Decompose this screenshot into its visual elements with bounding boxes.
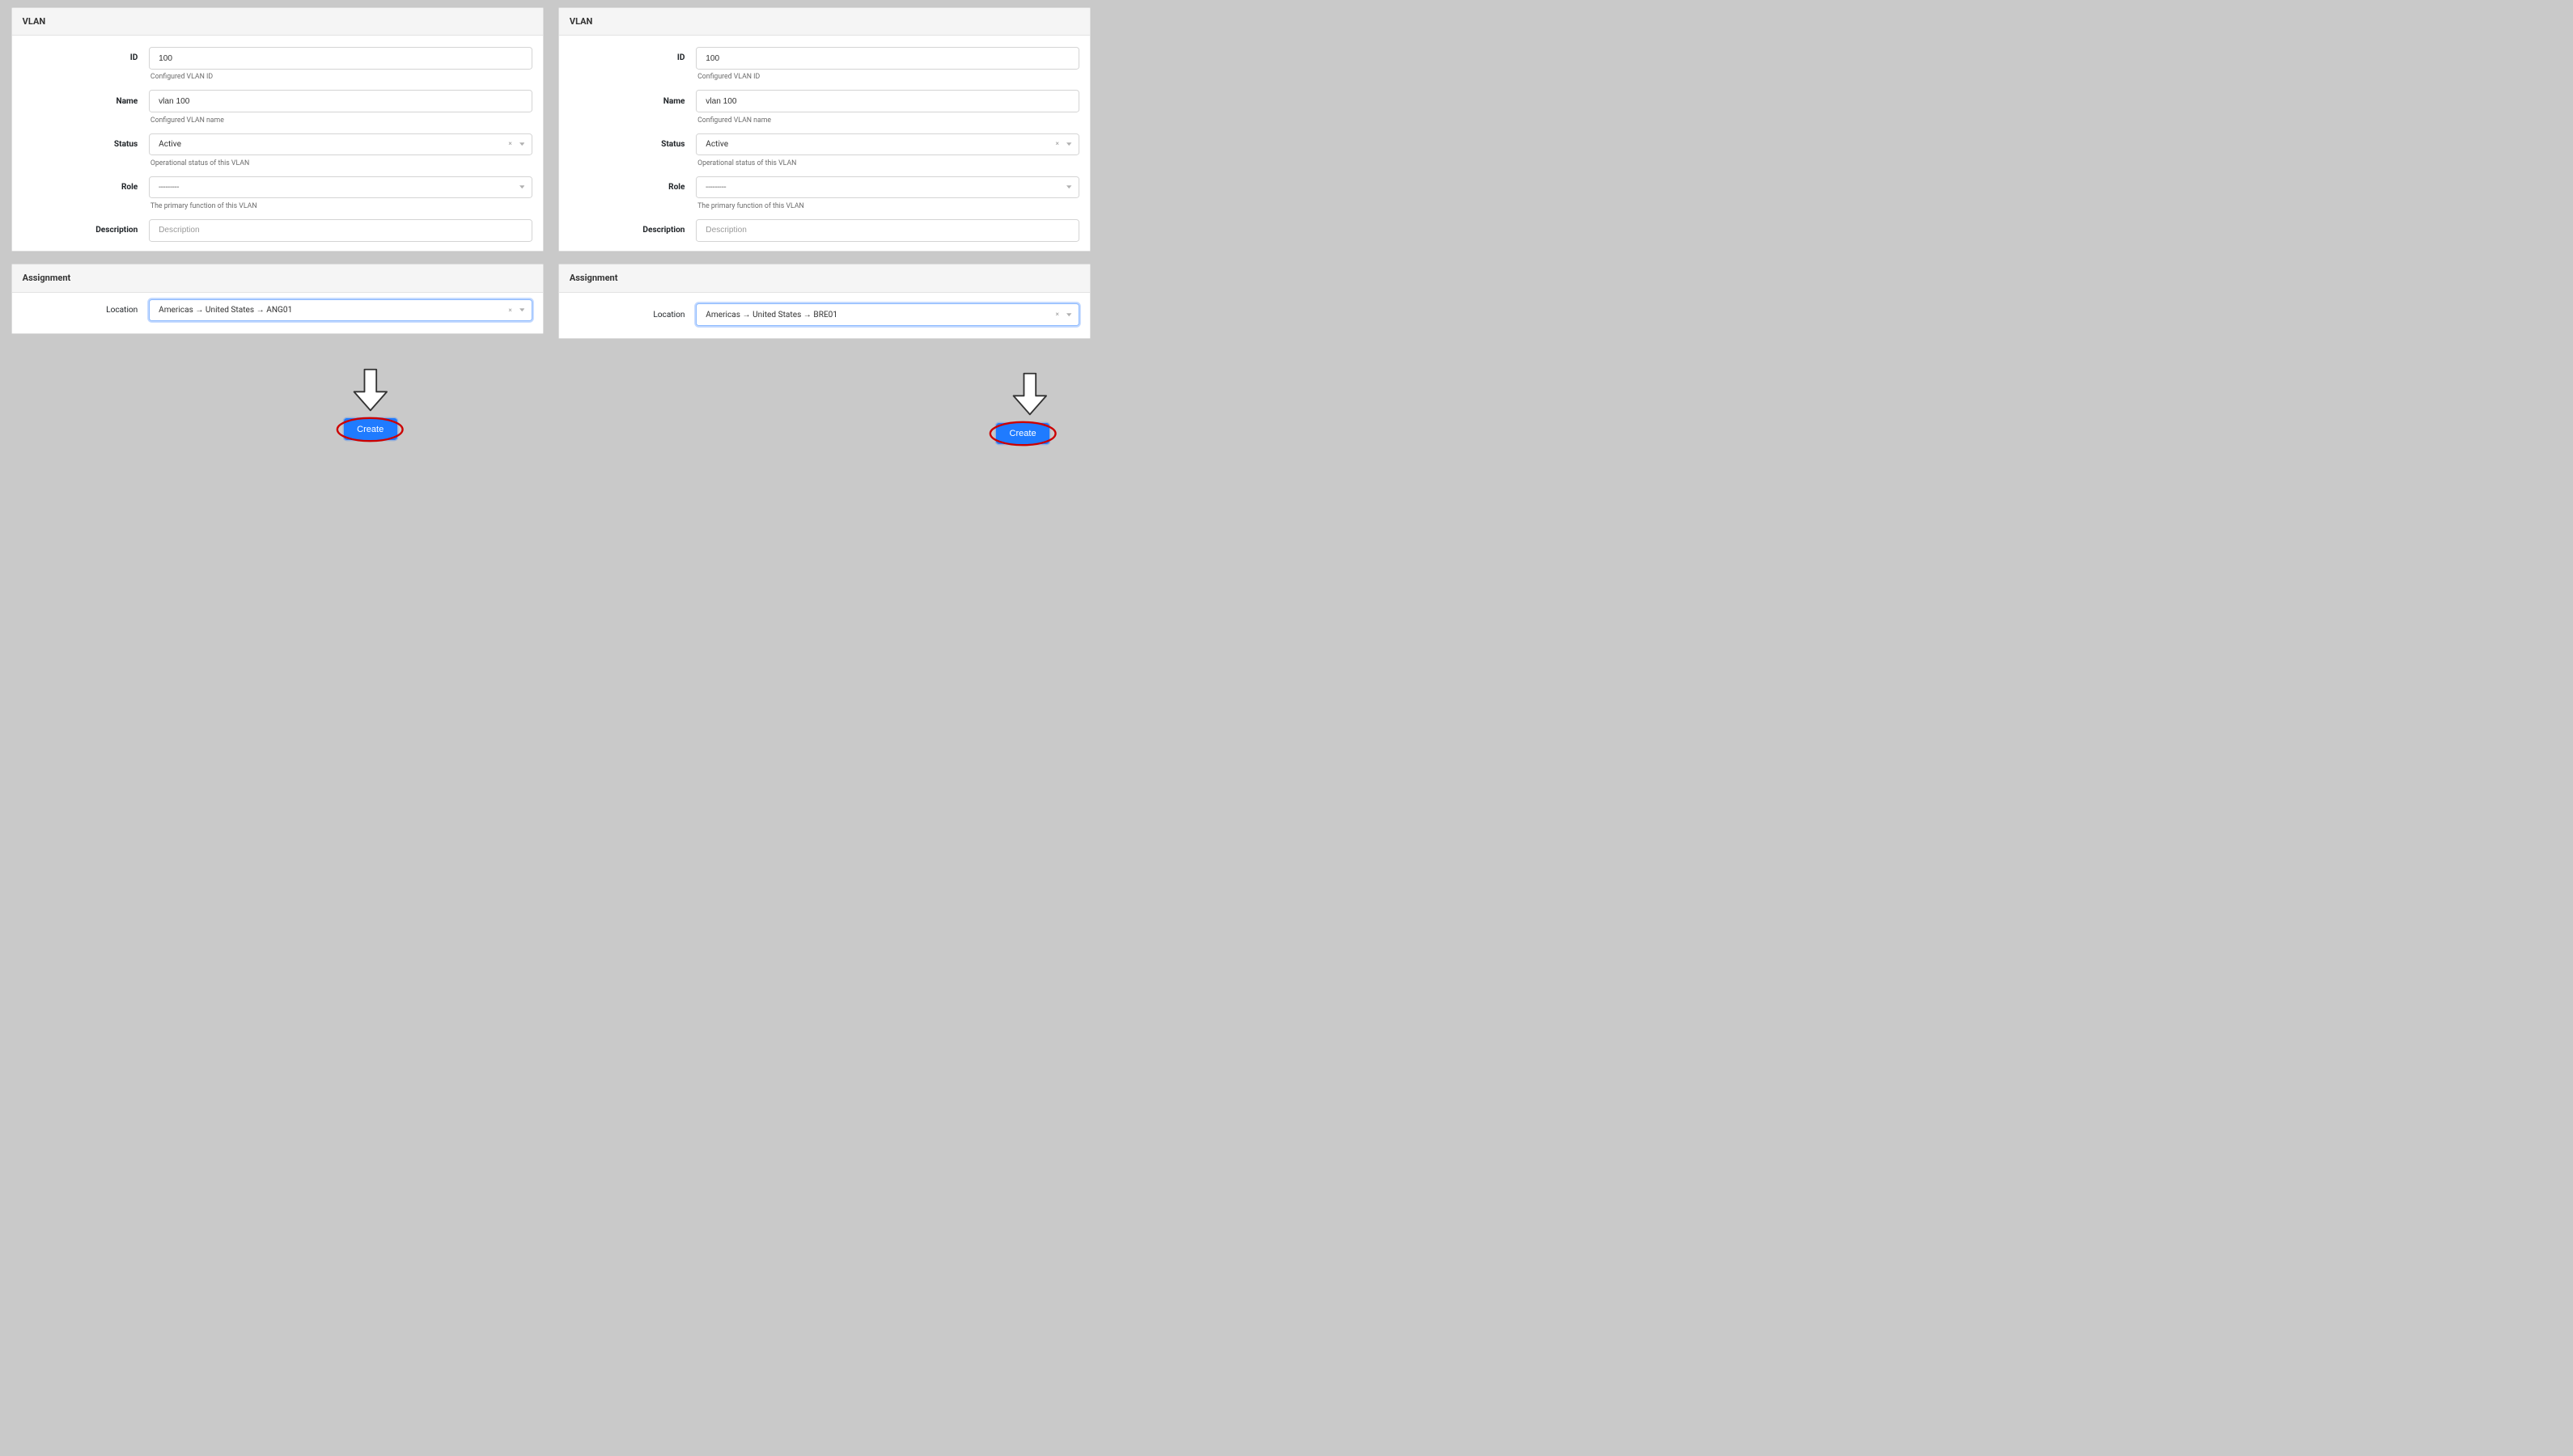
assignment-panel-body: Location Americas → United States → BRE0… <box>559 293 1090 338</box>
vlan-panel-body: ID Configured VLAN ID Name Configured VL… <box>12 36 543 250</box>
status-label: Status <box>570 133 696 149</box>
id-row: ID Configured VLAN ID <box>23 47 532 81</box>
assignment-panel: Assignment Location Americas → United St… <box>558 264 1091 338</box>
role-select-value: --------- <box>706 183 1052 192</box>
location-label: Location <box>570 303 696 319</box>
description-row: Description <box>23 219 532 242</box>
clear-icon[interactable]: × <box>506 307 514 315</box>
id-input[interactable] <box>149 47 532 70</box>
chevron-down-icon[interactable] <box>1065 184 1073 192</box>
role-row: Role --------- The primary function of t… <box>570 176 1079 210</box>
create-button[interactable]: Create <box>996 423 1049 445</box>
status-select[interactable]: Active × <box>149 133 532 156</box>
name-input[interactable] <box>149 90 532 112</box>
clear-icon[interactable]: × <box>1053 311 1062 319</box>
name-row: Name Configured VLAN name <box>570 90 1079 124</box>
location-select[interactable]: Americas → United States → ANG01 × <box>149 299 532 322</box>
role-label: Role <box>23 176 149 192</box>
vlan-panel-title: VLAN <box>12 8 543 36</box>
name-row: Name Configured VLAN name <box>23 90 532 124</box>
location-select-value: Americas → United States → ANG01 <box>159 306 505 315</box>
description-label: Description <box>570 219 696 235</box>
id-help: Configured VLAN ID <box>149 73 532 81</box>
chevron-down-icon[interactable] <box>518 184 526 192</box>
vlan-panel: VLAN ID Configured VLAN ID Name Configur… <box>11 7 544 252</box>
role-help: The primary function of this VLAN <box>149 202 532 210</box>
status-row: Status Active × Operational status of <box>570 133 1079 167</box>
description-label: Description <box>23 219 149 235</box>
chevron-down-icon[interactable] <box>1065 140 1073 148</box>
location-row: Location Americas → United States → ANG0… <box>23 299 532 322</box>
id-row: ID Configured VLAN ID <box>570 47 1079 81</box>
assignment-panel: Assignment Location Americas → United St… <box>11 264 544 334</box>
chevron-down-icon[interactable] <box>1065 311 1073 319</box>
assignment-panel-body: Location Americas → United States → ANG0… <box>12 293 543 334</box>
name-help: Configured VLAN name <box>696 116 1079 125</box>
name-label: Name <box>570 90 696 105</box>
role-select-value: --------- <box>159 183 505 192</box>
status-help: Operational status of this VLAN <box>149 159 532 167</box>
location-row: Location Americas → United States → BRE0… <box>570 303 1079 326</box>
location-select-value: Americas → United States → BRE01 <box>706 311 1052 320</box>
chevron-down-icon[interactable] <box>518 140 526 148</box>
vlan-panel-body: ID Configured VLAN ID Name Configured VL… <box>559 36 1090 250</box>
assignment-panel-title: Assignment <box>12 265 543 292</box>
vlan-panel-title: VLAN <box>559 8 1090 36</box>
down-arrow-icon <box>1010 371 1050 417</box>
name-help: Configured VLAN name <box>149 116 532 125</box>
name-label: Name <box>23 90 149 105</box>
id-help: Configured VLAN ID <box>696 73 1079 81</box>
location-label: Location <box>23 299 149 315</box>
clear-icon[interactable]: × <box>506 140 514 148</box>
status-row: Status Active × Operational status of <box>23 133 532 167</box>
role-help: The primary function of this VLAN <box>696 202 1079 210</box>
status-label: Status <box>23 133 149 149</box>
name-input[interactable] <box>696 90 1079 112</box>
description-input[interactable] <box>149 219 532 242</box>
location-select[interactable]: Americas → United States → BRE01 × <box>696 303 1079 326</box>
description-input[interactable] <box>696 219 1079 242</box>
status-select-value: Active <box>706 140 1052 149</box>
vlan-panel: VLAN ID Configured VLAN ID Name Configur… <box>558 7 1091 252</box>
role-row: Role --------- The primary function of t… <box>23 176 532 210</box>
role-select[interactable]: --------- <box>149 176 532 199</box>
status-select-value: Active <box>159 140 505 149</box>
clear-icon[interactable]: × <box>1053 140 1062 148</box>
status-select[interactable]: Active × <box>696 133 1079 156</box>
assignment-panel-title: Assignment <box>559 265 1090 292</box>
id-input[interactable] <box>696 47 1079 70</box>
down-arrow-icon <box>350 367 391 413</box>
role-select[interactable]: --------- <box>696 176 1079 199</box>
id-label: ID <box>570 47 696 62</box>
create-button[interactable]: Create <box>344 418 397 440</box>
description-row: Description <box>570 219 1079 242</box>
status-help: Operational status of this VLAN <box>696 159 1079 167</box>
id-label: ID <box>23 47 149 62</box>
chevron-down-icon[interactable] <box>518 307 526 315</box>
role-label: Role <box>570 176 696 192</box>
